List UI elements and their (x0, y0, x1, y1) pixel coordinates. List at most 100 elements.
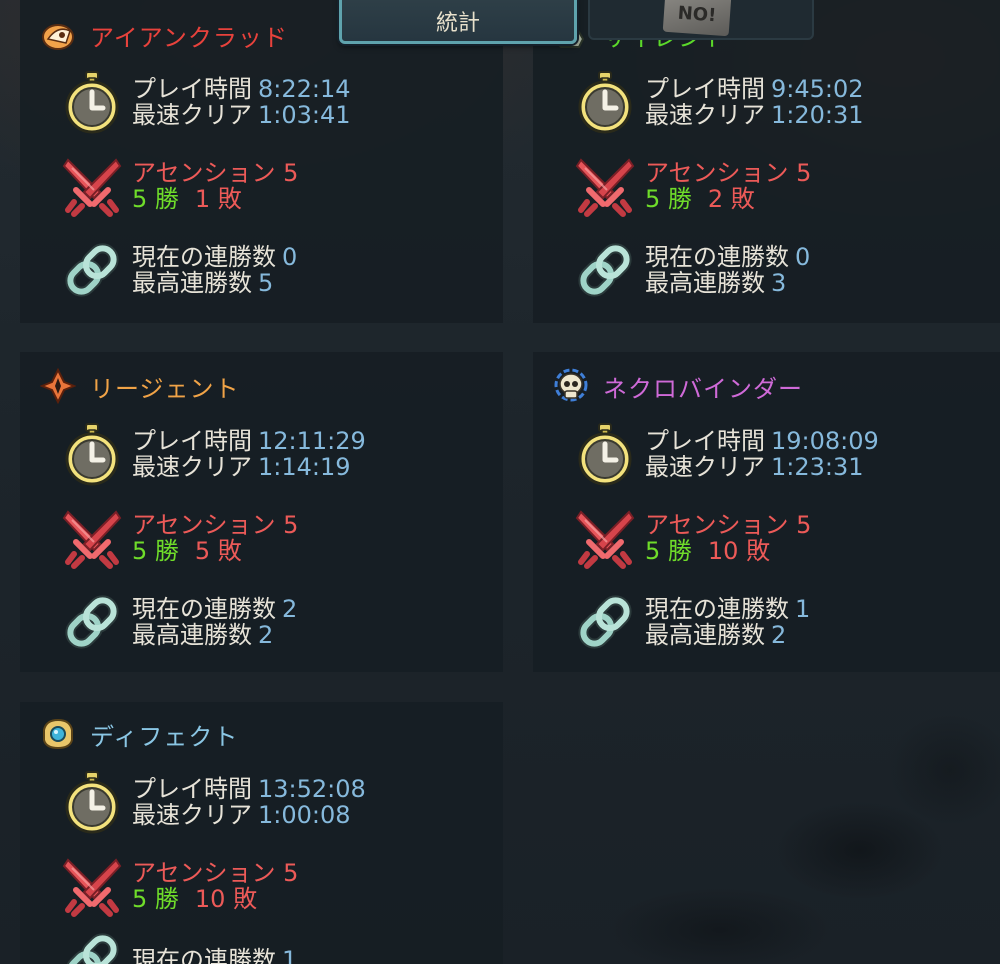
character-card-defect: ディフェクト プレイ時間 13:52:08 最速クリア 1:00:08 アセンション… (20, 702, 503, 964)
play-time-value: 9:45:02 (771, 75, 864, 103)
best-streak-value: 5 (258, 269, 274, 297)
fastest-clear-label: 最速クリア (645, 101, 765, 129)
losses-count: 10 敗 (707, 537, 771, 565)
play-time-value: 13:52:08 (258, 775, 366, 803)
chain-icon (60, 238, 124, 302)
character-name: ディフェクト (90, 722, 239, 751)
fastest-clear-label: 最速クリア (132, 101, 252, 129)
play-time-label: プレイ時間 (132, 775, 252, 803)
ascension-row: アセンション 5 5 勝 1 敗 (60, 156, 298, 216)
tab-stats[interactable]: 統計 (339, 0, 577, 44)
chain-icon (573, 238, 637, 302)
ascension-level: アセンション 5 (132, 159, 299, 187)
fastest-clear-value: 1:14:19 (258, 453, 351, 481)
character-header: ネクロバインダー (553, 368, 803, 404)
no-sign-icon: NO! (662, 0, 732, 37)
best-streak-value: 3 (771, 269, 787, 297)
current-streak-label: 現在の連勝数 (132, 595, 276, 623)
crossed-swords-icon (573, 154, 637, 218)
losses-count: 1 敗 (194, 185, 242, 213)
chain-icon (573, 590, 637, 654)
chain-icon (60, 590, 124, 654)
character-card-regent: リージェント プレイ時間 12:11:29 最速クリア 1:14:19 アセンション… (20, 352, 503, 672)
character-card-silent: サイレント プレイ時間9:45:02 最速クリア1:20:31 アセンション 5… (533, 0, 1000, 323)
best-streak-label: 最高連勝数 (132, 269, 252, 297)
best-streak-label: 最高連勝数 (645, 621, 765, 649)
current-streak-value: 0 (795, 243, 811, 271)
character-card-ironclad: アイアンクラッド プレイ時間 8:22:14 最速クリア 1:03:41 アセンショ… (20, 0, 503, 323)
play-time-row: プレイ時間 9:45:02 最速クリア 1:20:31 (573, 72, 864, 132)
crossed-swords-icon (60, 154, 124, 218)
character-name: アイアンクラッド (90, 23, 288, 52)
losses-count: 2 敗 (707, 185, 755, 213)
current-streak-label: 現在の連勝数 (645, 243, 789, 271)
ascension-level: アセンション 5 (132, 511, 299, 539)
character-name: リージェント (90, 374, 240, 403)
fastest-clear-label: 最速クリア (645, 453, 765, 481)
play-time-label: プレイ時間 (645, 75, 765, 103)
character-header: アイアンクラッド (40, 17, 288, 53)
streak-row: 現在の連勝数 1 最高連勝数 2 (573, 592, 810, 652)
play-time-row: プレイ時間 12:11:29 最速クリア 1:14:19 (60, 424, 366, 484)
no-sign-label: NO! (677, 2, 717, 26)
play-time-row: プレイ時間 13:52:08 最速クリア 1:00:08 (60, 772, 366, 832)
streak-row: 現在の連勝数 1 (60, 930, 297, 964)
best-streak-value: 2 (258, 621, 274, 649)
stopwatch-icon (573, 70, 637, 134)
current-streak-label: 現在の連勝数 (132, 946, 276, 964)
fastest-clear-label: 最速クリア (132, 801, 252, 829)
current-streak-value: 1 (795, 595, 811, 623)
current-streak-label: 現在の連勝数 (132, 243, 276, 271)
necrobinder-skull-icon (554, 368, 588, 402)
wins-count: 5 勝 (645, 185, 692, 213)
wins-count: 5 勝 (132, 537, 179, 565)
background-silhouette (520, 700, 1000, 964)
character-header: ディフェクト (40, 716, 238, 752)
streak-row: 現在の連勝数 0 最高連勝数 5 (60, 240, 297, 300)
play-time-value: 8:22:14 (258, 75, 351, 103)
stopwatch-icon (573, 422, 637, 486)
crossed-swords-icon (573, 506, 637, 570)
character-name: ネクロバインダー (603, 374, 803, 403)
fastest-clear-value: 1:23:31 (771, 453, 864, 481)
best-streak-label: 最高連勝数 (645, 269, 765, 297)
ascension-row: アセンション 5 5 勝 10 敗 (60, 856, 298, 916)
best-streak-label: 最高連勝数 (132, 621, 252, 649)
stats-screen: アイアンクラッド プレイ時間 8:22:14 最速クリア 1:03:41 アセンショ… (0, 0, 1000, 964)
ironclad-icon (42, 24, 74, 50)
fastest-clear-label: 最速クリア (132, 453, 252, 481)
current-streak-value: 2 (282, 595, 298, 623)
wins-count: 5 勝 (645, 537, 692, 565)
wins-count: 5 勝 (132, 185, 179, 213)
fastest-clear-value: 1:20:31 (771, 101, 864, 129)
fastest-clear-value: 1:03:41 (258, 101, 351, 129)
crossed-swords-icon (60, 506, 124, 570)
crossed-swords-icon (60, 854, 124, 918)
current-streak-value: 0 (282, 243, 298, 271)
best-streak-value: 2 (771, 621, 787, 649)
chain-icon (60, 928, 124, 964)
stopwatch-icon (60, 770, 124, 834)
play-time-value: 12:11:29 (258, 427, 366, 455)
play-time-label: プレイ時間 (132, 427, 252, 455)
ascension-row: アセンション 5 5 勝 2 敗 (573, 156, 811, 216)
ascension-level: アセンション 5 (645, 159, 812, 187)
losses-count: 5 敗 (194, 537, 242, 565)
ascension-level: アセンション 5 (132, 859, 299, 887)
ascension-row: アセンション 5 5 勝 10 敗 (573, 508, 811, 568)
streak-row: 現在の連勝数 2 最高連勝数 2 (60, 592, 297, 652)
fastest-clear-value: 1:00:08 (258, 801, 351, 829)
play-time-row: プレイ時間 19:08:09 最速クリア 1:23:31 (573, 424, 879, 484)
play-time-label: プレイ時間 (132, 75, 252, 103)
wins-count: 5 勝 (132, 885, 179, 913)
character-card-necrobinder: ネクロバインダー プレイ時間 19:08:09 最速クリア 1:23:31 アセンシ… (533, 352, 1000, 672)
play-time-row: プレイ時間 8:22:14 最速クリア 1:03:41 (60, 72, 351, 132)
play-time-label: プレイ時間 (645, 427, 765, 455)
current-streak-label: 現在の連勝数 (645, 595, 789, 623)
character-header: リージェント (40, 368, 240, 404)
ascension-level: アセンション 5 (645, 511, 812, 539)
losses-count: 10 敗 (194, 885, 258, 913)
ascension-row: アセンション 5 5 勝 5 敗 (60, 508, 298, 568)
play-time-value: 19:08:09 (771, 427, 879, 455)
streak-row: 現在の連勝数 0 最高連勝数 3 (573, 240, 810, 300)
